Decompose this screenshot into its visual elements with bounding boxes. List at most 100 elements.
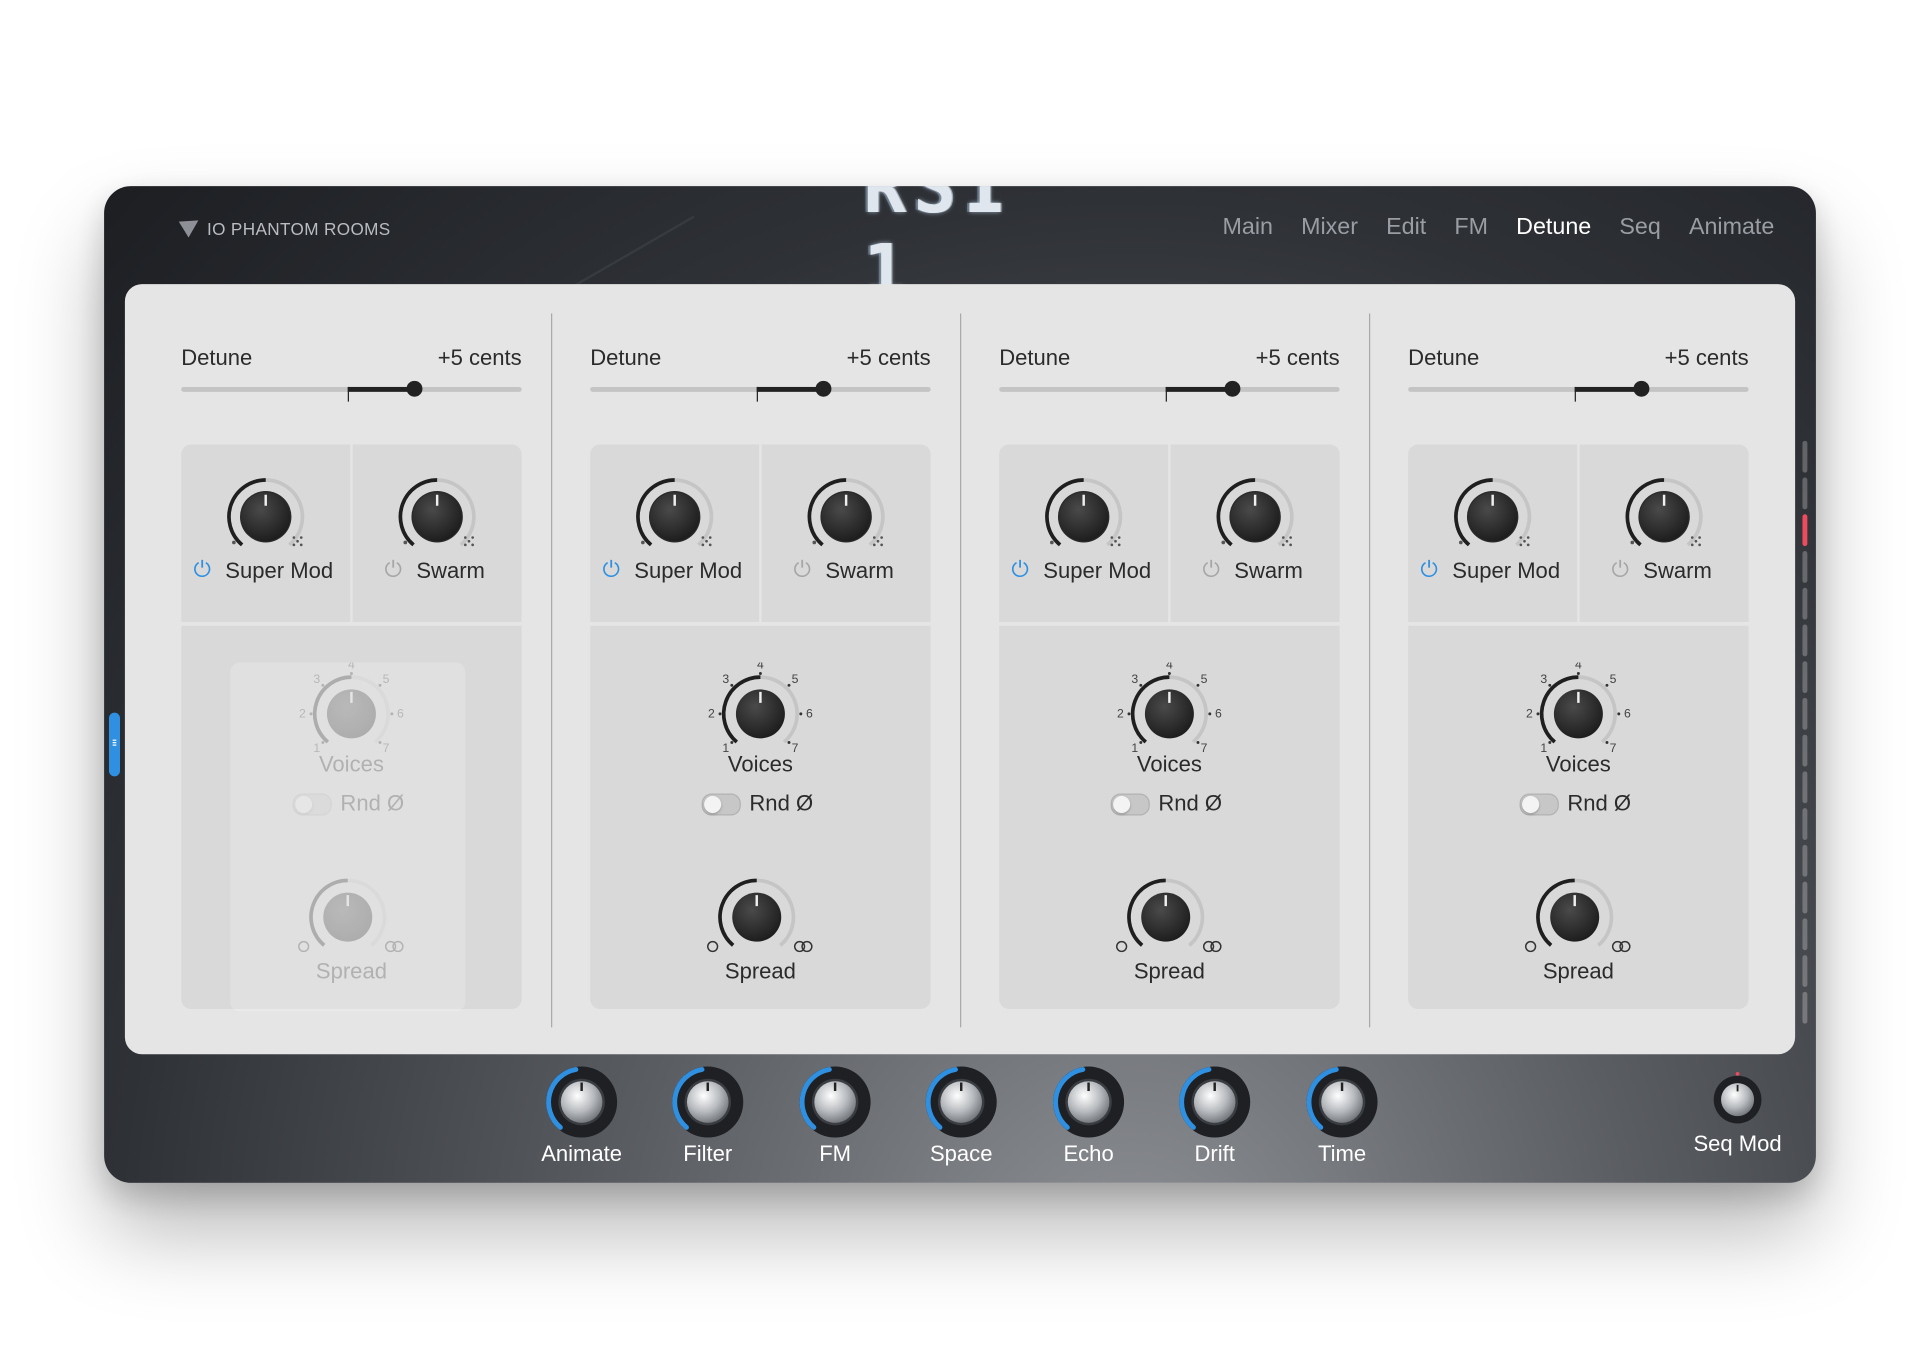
super-mod-knob[interactable] [1041, 474, 1127, 560]
drift-knob[interactable] [1176, 1063, 1254, 1141]
spread-knob[interactable] [1513, 871, 1635, 969]
voices-tick-label: 3 [722, 672, 729, 686]
swarm-knob[interactable] [1621, 474, 1707, 560]
voices-label: Voices [1545, 751, 1611, 777]
super-mod-knob[interactable] [223, 474, 309, 560]
super-mod-power-icon[interactable]: ⏻ [602, 557, 619, 583]
super-mod-box: ⏻ Super Mod [999, 444, 1169, 623]
detune-value: +5 cents [1255, 345, 1340, 370]
space-knob[interactable] [922, 1063, 1000, 1141]
spread-label: Spread [1542, 958, 1614, 984]
super-mod-knob[interactable] [1450, 474, 1536, 560]
swarm-knob[interactable] [1212, 474, 1298, 560]
super-mod-power-icon[interactable]: ⏻ [1420, 557, 1437, 583]
swarm-box: ⏻ Swarm [352, 444, 522, 623]
tab-detune[interactable]: Detune [1516, 214, 1591, 241]
macro-label: Animate [541, 1141, 623, 1166]
super-mod-power-icon[interactable]: ⏻ [1011, 557, 1028, 583]
tick-mark [1802, 697, 1808, 730]
detune-column: Detune +5 cents ⏻ Super Mod ⏻ Swarm 1 2 3 4 5 6 7 Voi… [999, 284, 1340, 1054]
voices-tick-label: 2 [708, 707, 715, 721]
tick-mark [1802, 440, 1808, 473]
voices-knob[interactable]: 1234567 [705, 662, 815, 760]
voices-knob[interactable]: 1234567 [1523, 662, 1633, 760]
super-mod-power-icon[interactable]: ⏻ [193, 557, 210, 583]
swarm-power-icon[interactable]: ⏻ [1611, 557, 1628, 583]
tick-mark [1802, 918, 1808, 951]
rnd-phase-toggle[interactable] [701, 793, 741, 816]
plugin-window: IO PHANTOM ROOMS RSI 1 Main Mixer Edit FM De… [104, 186, 1816, 1183]
tab-animate[interactable]: Animate [1689, 214, 1774, 241]
detune-slider-center [1165, 386, 1167, 402]
tab-fm[interactable]: FM [1454, 214, 1488, 241]
seq-mod-knob[interactable] [1708, 1070, 1767, 1129]
rnd-phase-toggle[interactable] [1110, 793, 1150, 816]
swarm-label: Swarm [416, 558, 485, 583]
echo-knob[interactable] [1049, 1063, 1127, 1141]
voices-tick-label: 2 [1526, 707, 1533, 721]
voices-tick-label: 5 [1201, 672, 1208, 686]
voices-knob[interactable]: 1234567 [1114, 662, 1224, 760]
fm-knob[interactable] [796, 1063, 874, 1141]
swarm-box: ⏻ Swarm [1579, 444, 1749, 623]
super-mod-label: Super Mod [1452, 558, 1561, 583]
super-mod-label: Super Mod [225, 558, 334, 583]
detune-slider-fill [1165, 386, 1232, 392]
tick-mark [1802, 551, 1808, 583]
rnd-phase-label: Rnd Ø [1567, 791, 1632, 816]
detune-slider[interactable] [181, 380, 522, 402]
macro-filter: Filter [659, 1063, 757, 1167]
detune-slider-thumb[interactable] [815, 380, 832, 397]
swarm-power-icon[interactable]: ⏻ [793, 557, 810, 583]
rnd-phase-toggle[interactable] [1519, 793, 1559, 816]
super-mod-knob[interactable] [632, 474, 718, 560]
voices-tick-label: 3 [1540, 672, 1547, 686]
detune-slider-thumb[interactable] [1224, 380, 1241, 397]
voices-tick-label: 4 [1166, 662, 1173, 671]
detune-slider[interactable] [1408, 380, 1749, 402]
voices-tick-label: 3 [1131, 672, 1138, 686]
swarm-box: ⏻ Swarm [761, 444, 931, 623]
product-logo: RSI 1 [863, 186, 1014, 313]
voices-label: Voices [1136, 751, 1202, 777]
detune-label: Detune [181, 345, 253, 370]
detune-row: Detune +5 cents [1408, 345, 1748, 371]
rnd-phase-label: Rnd Ø [1158, 791, 1223, 816]
detune-slider[interactable] [999, 380, 1340, 402]
voices-tick-label: 6 [806, 707, 813, 721]
tab-seq[interactable]: Seq [1619, 214, 1660, 241]
voices-tick-label: 5 [792, 672, 799, 686]
detune-slider-center [756, 386, 758, 402]
swarm-knob[interactable] [394, 474, 480, 560]
swarm-power-icon[interactable]: ⏻ [1202, 557, 1219, 583]
tick-mark [1802, 955, 1808, 987]
side-scroll-handle[interactable] [108, 712, 121, 777]
animate-knob[interactable] [542, 1063, 620, 1141]
detune-slider-fill [1574, 386, 1641, 392]
voices-tick-label: 2 [1117, 707, 1124, 721]
tick-mark [1802, 661, 1808, 694]
tab-edit[interactable]: Edit [1386, 214, 1426, 241]
spread-knob[interactable] [1104, 871, 1226, 969]
swarm-knob[interactable] [803, 474, 889, 560]
detune-slider-thumb[interactable] [406, 380, 423, 397]
spread-knob[interactable] [696, 871, 818, 969]
detune-slider[interactable] [590, 380, 931, 402]
tab-main[interactable]: Main [1223, 214, 1273, 241]
tab-mixer[interactable]: Mixer [1301, 214, 1358, 241]
detune-row: Detune +5 cents [181, 345, 521, 371]
tick-mark [1802, 477, 1808, 510]
super-mod-label: Super Mod [634, 558, 743, 583]
swarm-label: Swarm [1643, 558, 1712, 583]
swarm-power-icon[interactable]: ⏻ [384, 557, 401, 583]
filter-knob[interactable] [669, 1063, 747, 1141]
tick-mark [1802, 587, 1808, 620]
voices-box: 1 2 3 4 5 6 7 Voices Rnd Ø Spread [181, 625, 522, 1012]
column-divider [960, 313, 962, 1028]
detune-slider-thumb[interactable] [1633, 380, 1650, 397]
tick-mark [1802, 808, 1808, 841]
detune-slider-center [347, 386, 349, 402]
tick-mark [1802, 844, 1808, 877]
time-knob[interactable] [1303, 1063, 1381, 1141]
seq-mod-label: Seq Mod [1693, 1131, 1782, 1156]
